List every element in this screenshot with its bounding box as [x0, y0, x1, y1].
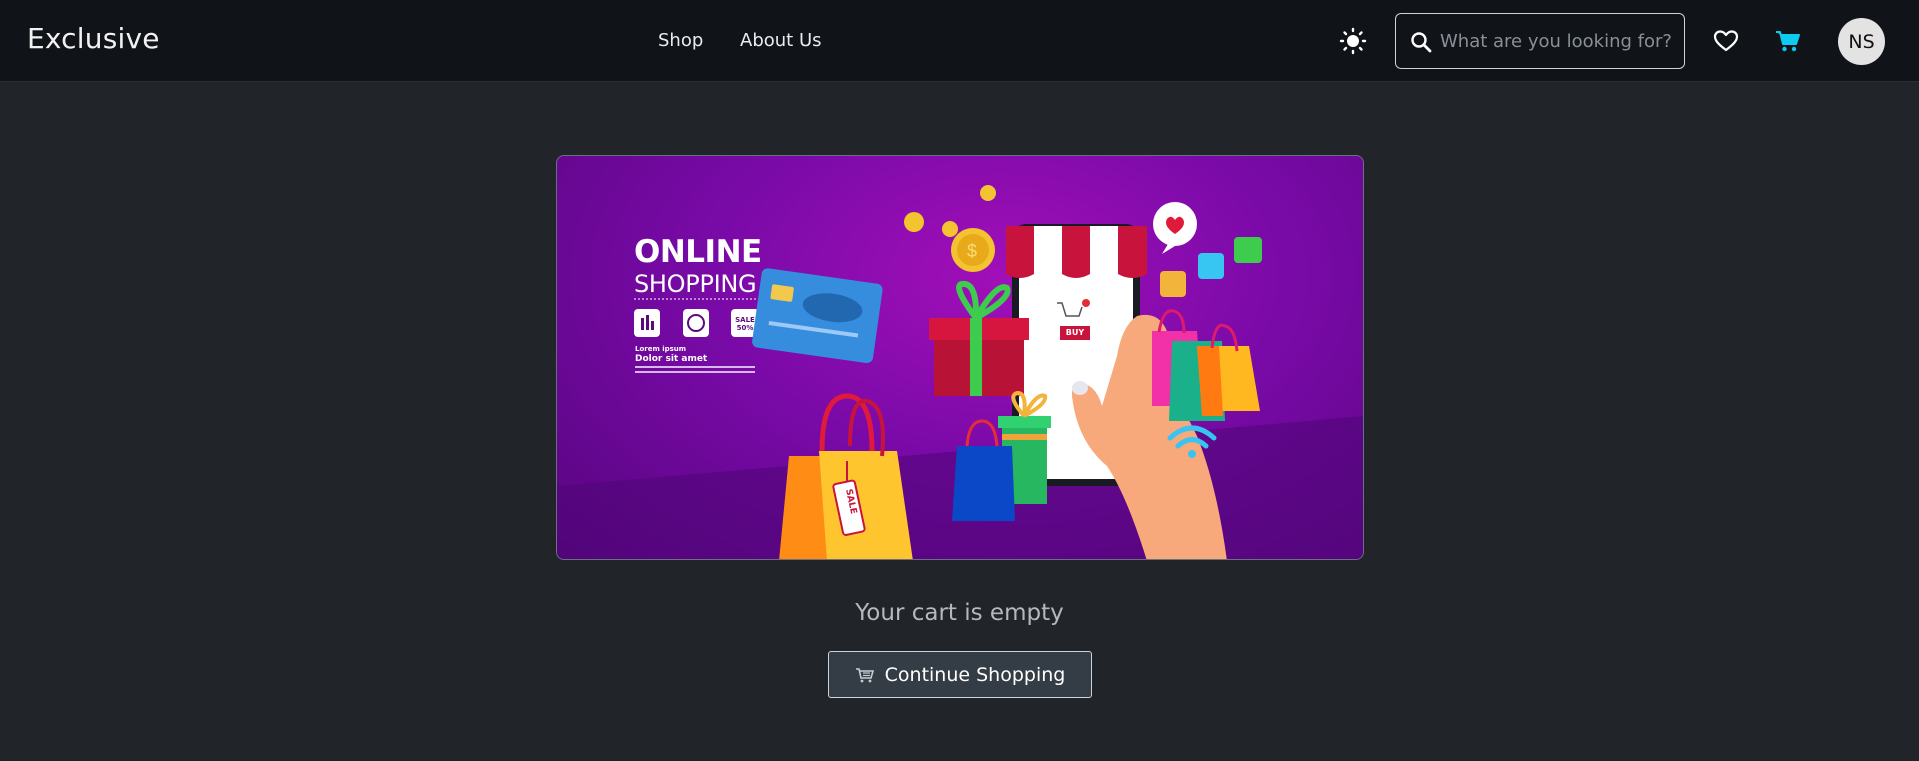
sun-icon: [1339, 27, 1367, 55]
banner-subtitle-small: Lorem ipsum: [635, 345, 687, 353]
user-avatar[interactable]: NS: [1838, 18, 1885, 65]
heart-icon: [1713, 30, 1739, 52]
continue-shopping-label: Continue Shopping: [884, 663, 1066, 686]
cart-button[interactable]: [1774, 27, 1802, 55]
empty-cart-banner-image: $ ONLINE SHOPPING SALE 50% Lorem ipsum D…: [556, 155, 1364, 560]
sale-badge: SALE 50%: [735, 316, 755, 332]
navbar: Exclusive Shop About Us What are you loo…: [0, 0, 1919, 82]
banner-title-line1: ONLINE: [634, 234, 762, 270]
empty-cart-message: Your cart is empty: [855, 600, 1064, 626]
cart-icon: [855, 667, 874, 682]
search-icon: [1411, 32, 1432, 53]
theme-toggle-button[interactable]: [1338, 27, 1368, 55]
cart-icon: [1776, 31, 1800, 52]
search-input[interactable]: [1440, 24, 1676, 58]
search-box: [1395, 13, 1685, 69]
nav-link-shop[interactable]: Shop: [658, 30, 703, 51]
nav-link-about-us[interactable]: About Us: [740, 30, 822, 51]
phone-buy-button: BUY: [1065, 328, 1085, 337]
continue-shopping-button[interactable]: Continue Shopping: [828, 651, 1092, 698]
wishlist-button[interactable]: [1712, 27, 1740, 55]
brand-logo[interactable]: Exclusive: [27, 22, 160, 55]
svg-text:$: $: [967, 241, 977, 261]
banner-title-line2: SHOPPING: [634, 270, 757, 298]
banner-subtitle: Dolor sit amet: [635, 354, 708, 364]
